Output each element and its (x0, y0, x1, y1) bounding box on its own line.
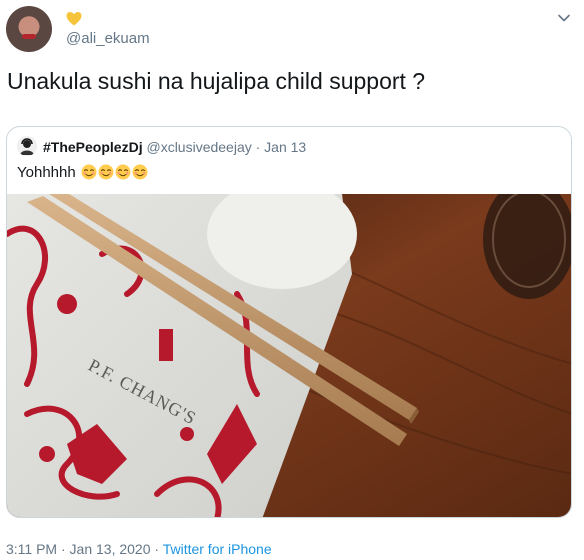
relieved-face-emoji (132, 164, 148, 180)
author-handle[interactable]: @ali_ekuam (66, 30, 150, 47)
quoted-author-avatar[interactable] (17, 136, 37, 156)
avatar-lips (22, 34, 36, 39)
tweet-source-link[interactable]: Twitter for iPhone (163, 541, 272, 557)
quoted-handle-date[interactable]: @xclusivedeejay · Jan 13 (146, 139, 306, 155)
relieved-face-emoji (81, 164, 97, 180)
quoted-tweet-card[interactable]: #ThePeoplezDj @xclusivedeejay · Jan 13 Y… (6, 126, 572, 518)
emoji-row (80, 164, 148, 181)
quoted-tweet-words: Yohhhhh (17, 164, 76, 181)
relieved-face-emoji (98, 164, 114, 180)
quoted-tweet-header: #ThePeoplezDj @xclusivedeejay · Jan 13 (43, 139, 306, 155)
relieved-face-emoji (115, 164, 131, 180)
yellow-heart-icon (66, 12, 82, 26)
tweet-text: Unakula sushi na hujalipa child support … (7, 68, 426, 94)
tweet-timestamp[interactable]: 3:11 PM · Jan 13, 2020 · (6, 541, 163, 557)
quoted-tweet-text: Yohhhhh (17, 164, 148, 181)
author-avatar[interactable] (6, 6, 52, 52)
quoted-display-name[interactable]: #ThePeoplezDj (43, 139, 143, 155)
chevron-down-icon[interactable] (557, 11, 571, 25)
tweet-footer: 3:11 PM · Jan 13, 2020 · Twitter for iPh… (6, 541, 272, 557)
chopsticks-on-plate-photo[interactable]: P.F. CHANG'S (7, 194, 572, 518)
dj-avatar-icon (17, 136, 37, 156)
